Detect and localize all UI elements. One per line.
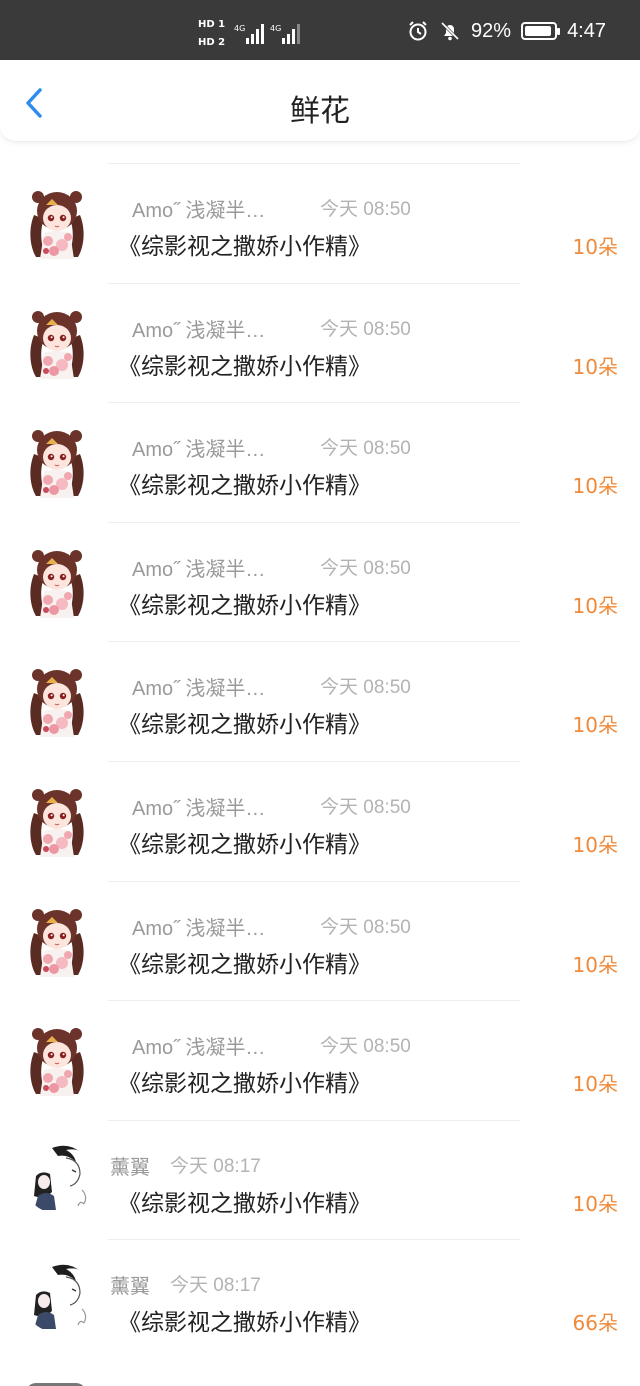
hd1-label: HD 1 <box>198 19 226 30</box>
net2-label: 4G <box>270 24 281 33</box>
anime-girl-avatar-icon <box>30 1028 84 1097</box>
row-divider <box>108 760 520 762</box>
timestamp: 今天 08:50 <box>320 1036 411 1058</box>
hd-indicator: HD 1 HD 2 <box>198 16 230 50</box>
flower-count: 10朵 <box>572 713 618 738</box>
list-item[interactable]: Amo˝ 浅凝半… 今天 08:50 《综影视之撒娇小作精》 10朵 <box>0 163 640 283</box>
flower-count: 10朵 <box>572 952 618 977</box>
hd2-label: HD 2 <box>198 37 226 48</box>
book-title[interactable]: 《综影视之撒娇小作精》 <box>118 1184 371 1218</box>
user-name[interactable]: 薰翼 <box>110 1151 150 1180</box>
flower-count: 10朵 <box>572 1072 618 1097</box>
anime-girl-avatar-icon <box>30 310 84 379</box>
book-title[interactable]: 《综影视之撒娇小作精》 <box>118 586 371 620</box>
user-name[interactable]: Amo˝ 浅凝半… <box>132 1031 265 1060</box>
book-title[interactable]: 《综影视之撒娇小作精》 <box>118 227 371 261</box>
anime-girl-avatar[interactable] <box>26 185 88 259</box>
anime-girl-avatar[interactable] <box>26 663 88 738</box>
anime-girl-avatar-icon <box>30 430 84 499</box>
book-title[interactable]: 《综影视之撒娇小作精》 <box>118 825 371 859</box>
list-item[interactable]: Amo˝ 浅凝半… 今天 08:50 《综影视之撒娇小作精》 10朵 <box>0 641 640 761</box>
list-item[interactable]: Amo˝ 浅凝半… 今天 08:50 《综影视之撒娇小作精》 10朵 <box>0 880 640 1001</box>
status-right: 92% 4:47 <box>407 18 606 44</box>
timestamp: 今天 08:17 <box>170 1155 261 1177</box>
row-divider <box>108 402 520 404</box>
navigation-header: 鲜花 <box>0 60 640 142</box>
anime-girl-avatar-icon <box>30 549 84 618</box>
flower-count: 66朵 <box>572 1311 618 1336</box>
anime-girl-avatar-icon <box>30 669 84 738</box>
list-item[interactable]: Amo˝ 浅凝半… 今天 08:50 《综影视之撒娇小作精》 10朵 <box>0 1000 640 1120</box>
anime-girl-avatar-icon <box>30 908 84 977</box>
page-title: 鲜花 <box>290 94 350 129</box>
list-item[interactable]: Amo˝ 浅凝半… 今天 08:50 《综影视之撒娇小作精》 10朵 <box>0 402 640 522</box>
sketch-couple-avatar-icon <box>22 1259 96 1334</box>
list-item[interactable]: Amo˝ 浅凝半… 今天 08:50 《综影视之撒娇小作精》 10朵 <box>0 282 640 403</box>
book-title[interactable]: 《综影视之撒娇小作精》 <box>118 466 371 500</box>
signal-icon-1: 4G <box>234 24 264 44</box>
timestamp: 今天 08:50 <box>320 199 411 220</box>
anime-girl-avatar[interactable] <box>26 305 88 379</box>
signal-icon-2: 4G <box>270 24 300 44</box>
row-divider <box>108 641 520 643</box>
anime-girl-avatar[interactable] <box>26 1022 88 1097</box>
anime-girl-avatar[interactable] <box>26 903 88 977</box>
list-item[interactable]: 薰翼 今天 08:17 《综影视之撒娇小作精》 66朵 <box>0 1239 640 1359</box>
sketch-couple-avatar[interactable] <box>22 1139 96 1214</box>
list-item[interactable]: Amo˝ 浅凝半… 今天 08:50 《综影视之撒娇小作精》 10朵 <box>0 521 640 642</box>
timestamp: 今天 08:50 <box>320 438 411 460</box>
sketch-couple-avatar[interactable] <box>22 1259 96 1334</box>
flower-count: 10朵 <box>572 235 618 259</box>
book-title[interactable]: 《综影视之撒娇小作精》 <box>118 347 371 381</box>
book-title[interactable]: 《综影视之撒娇小作精》 <box>118 1064 371 1098</box>
user-name[interactable]: Amo˝ 浅凝半… <box>132 912 265 941</box>
anime-girl-avatar[interactable] <box>26 783 88 857</box>
timestamp: 今天 08:50 <box>320 677 411 699</box>
flower-count: 10朵 <box>572 832 618 857</box>
timestamp: 今天 08:50 <box>320 796 411 818</box>
clock: 4:47 <box>567 19 606 42</box>
battery-icon <box>521 22 561 40</box>
user-name[interactable]: Amo˝ 浅凝半… <box>132 314 265 343</box>
anime-girl-avatar[interactable] <box>26 424 88 499</box>
sketch-couple-avatar-icon <box>22 1139 96 1214</box>
row-divider <box>108 163 520 164</box>
timestamp: 今天 08:17 <box>170 1275 261 1297</box>
flower-count: 10朵 <box>572 474 618 499</box>
flower-count: 10朵 <box>572 593 618 618</box>
user-name[interactable]: Amo˝ 浅凝半… <box>132 194 265 223</box>
battery-percent: 92% <box>471 19 512 42</box>
gift-list: Amo˝ 浅凝半… 今天 08:50 《综影视之撒娇小作精》 10朵 Amo˝ 浅凝半… <box>0 163 640 1359</box>
flower-count: 10朵 <box>572 1191 618 1216</box>
user-name[interactable]: Amo˝ 浅凝半… <box>132 553 265 582</box>
user-name[interactable]: Amo˝ 浅凝半… <box>132 672 265 701</box>
battery-fill <box>525 26 551 36</box>
anime-girl-avatar-icon <box>30 191 84 259</box>
net1-label: 4G <box>234 24 245 33</box>
book-title[interactable]: 《综影视之撒娇小作精》 <box>118 945 371 979</box>
row-divider <box>108 1119 520 1121</box>
bell-off-icon <box>440 21 460 41</box>
list-item[interactable]: Amo˝ 浅凝半… 今天 08:50 《综影视之撒娇小作精》 10朵 <box>0 760 640 881</box>
book-title[interactable]: 《综影视之撒娇小作精》 <box>118 705 371 739</box>
user-name[interactable]: 薰翼 <box>110 1270 150 1299</box>
status-bar: HD 1 HD 2 4G 4G 92% 4:47 <box>0 0 640 60</box>
list-item[interactable]: 薰翼 今天 08:17 《综影视之撒娇小作精》 10朵 <box>0 1119 640 1240</box>
row-divider <box>108 880 520 882</box>
timestamp: 今天 08:50 <box>320 557 411 579</box>
flower-count: 10朵 <box>572 354 618 379</box>
user-name[interactable]: Amo˝ 浅凝半… <box>132 792 265 821</box>
book-title[interactable]: 《综影视之撒娇小作精》 <box>118 1303 371 1337</box>
user-name[interactable]: Amo˝ 浅凝半… <box>132 433 265 462</box>
timestamp: 今天 08:50 <box>320 916 411 938</box>
row-divider <box>108 282 520 284</box>
timestamp: 今天 08:50 <box>320 318 411 340</box>
anime-girl-avatar[interactable] <box>26 544 88 618</box>
row-divider <box>108 521 520 523</box>
row-divider <box>108 1000 520 1002</box>
alarm-icon <box>409 21 427 41</box>
row-divider <box>108 1239 520 1241</box>
anime-girl-avatar-icon <box>30 788 84 857</box>
